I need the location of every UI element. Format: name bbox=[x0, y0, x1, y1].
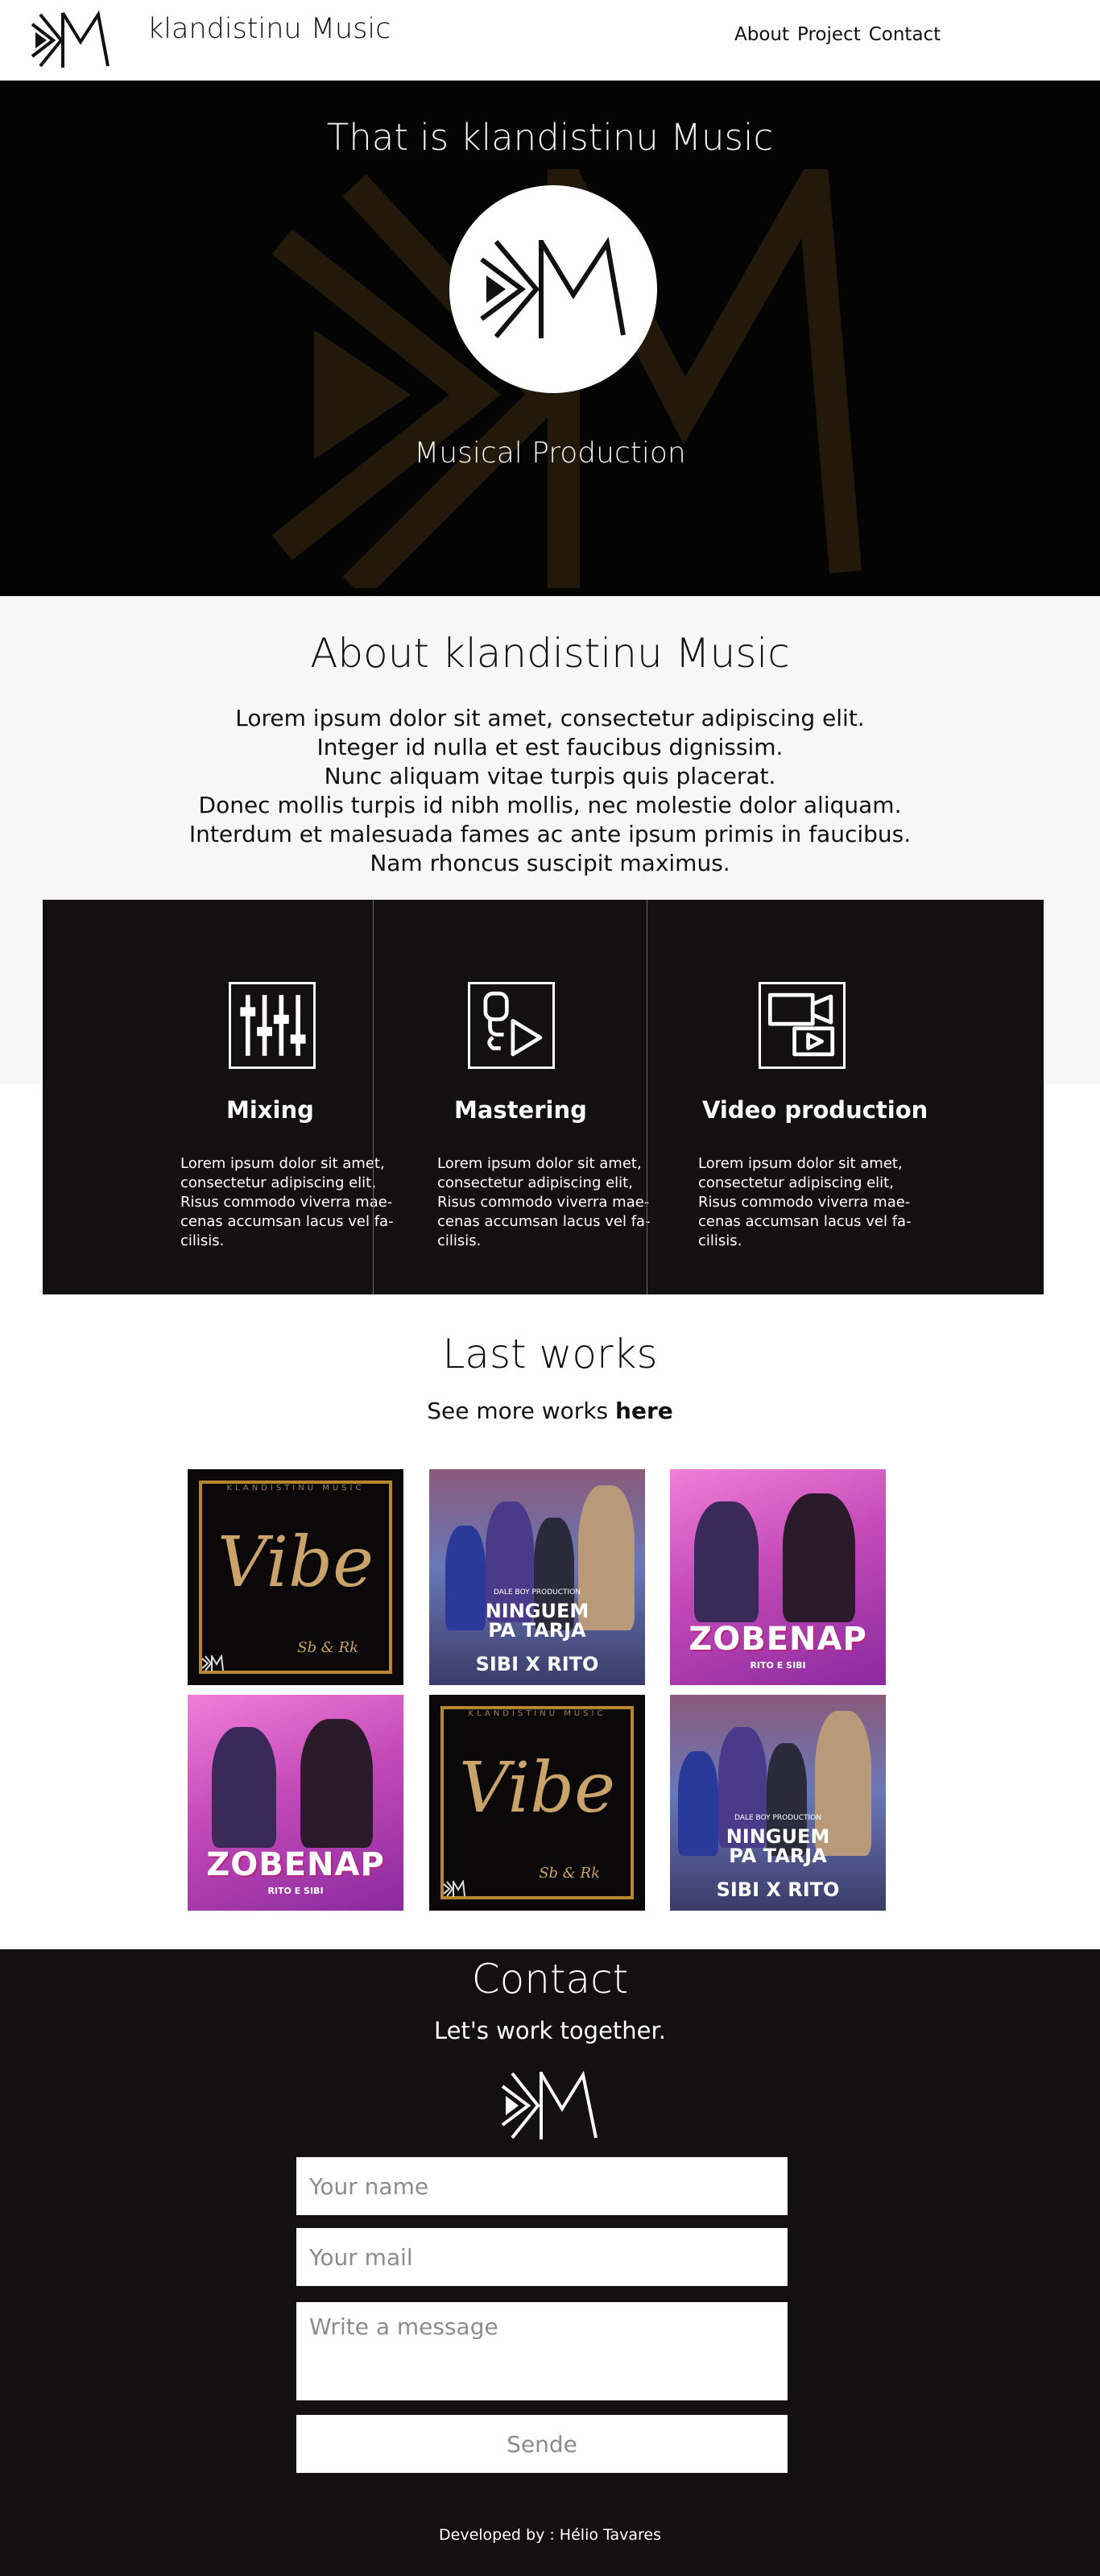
nav-project[interactable]: Project bbox=[797, 24, 861, 45]
cover-title: ZOBENAP bbox=[206, 1846, 385, 1883]
service-card-mixing: Mixing Lorem ipsum dolor sit amet, conse… bbox=[43, 900, 394, 1294]
about-line: Nam rhoncus suscipit maximus. bbox=[370, 850, 730, 876]
hero-title: That is klandistinu Music bbox=[326, 116, 774, 159]
work-cover-zobenap[interactable]: ZOBENAP RITO E SIBI bbox=[670, 1469, 886, 1685]
cover-title: Vibe bbox=[458, 1748, 616, 1828]
about-line: Integer id nulla et est faucibus digniss… bbox=[316, 734, 784, 760]
service-text: Lorem ipsum dolor sit amet, consectetur … bbox=[437, 1154, 651, 1251]
cover-artists: RITO E SIBI bbox=[267, 1886, 324, 1896]
km-logo-icon bbox=[480, 237, 626, 338]
service-text-line: Risus commodo viverra mae- bbox=[437, 1194, 650, 1211]
hero-logo-circle bbox=[449, 185, 657, 393]
hero-section: That is klandistinu Music Musical Produc… bbox=[0, 81, 1100, 596]
cover-title: Vibe bbox=[217, 1522, 374, 1603]
works-subtitle: See more works here bbox=[0, 1398, 1100, 1424]
cover-title-line: NINGUEM bbox=[726, 1825, 830, 1848]
cover-artists: SIBI X RITO bbox=[475, 1653, 599, 1675]
nav-contact[interactable]: Contact bbox=[869, 24, 941, 45]
cover-figure bbox=[694, 1501, 759, 1622]
works-title: Last works bbox=[442, 1331, 658, 1377]
about-line: Nunc aliquam vitae turpis quis placerat. bbox=[324, 763, 776, 789]
work-cover-ninguem[interactable]: DALE BOY PRODUCTION NINGUEM PA TARJA SIB… bbox=[429, 1469, 645, 1685]
service-text-line: consectetur adipiscing elit, bbox=[698, 1174, 894, 1191]
cover-label: KLANDISTINU MUSIC bbox=[468, 1709, 606, 1718]
cover-title-line: PA TARJA bbox=[729, 1845, 827, 1867]
service-text-line: Lorem ipsum dolor sit amet, bbox=[180, 1155, 385, 1172]
works-more-link[interactable]: here bbox=[615, 1398, 673, 1424]
about-line: Donec mollis turpis id nibh mollis, nec … bbox=[198, 792, 902, 818]
cover-figure bbox=[783, 1493, 855, 1622]
cover-artists: SIBI X RITO bbox=[716, 1878, 840, 1901]
hero-subtitle: Musical Production bbox=[414, 437, 686, 470]
cover-label: DALE BOY PRODUCTION bbox=[734, 1814, 821, 1822]
service-title: Mixing bbox=[226, 1096, 314, 1124]
site-header: klandistinu Music About Project Contact bbox=[0, 0, 1100, 81]
contact-section: Contact Let's work together. Sende Devel… bbox=[0, 1949, 1100, 2576]
cover-figure bbox=[212, 1727, 276, 1848]
cover-title-line: PA TARJA bbox=[488, 1619, 586, 1642]
cover-label: KLANDISTINU MUSIC bbox=[226, 1484, 365, 1493]
about-title: About klandistinu Music bbox=[310, 630, 790, 677]
video-camera-icon bbox=[759, 982, 846, 1069]
cover-title: NINGUEM PA TARJA bbox=[670, 1827, 886, 1866]
service-card-mastering: Mastering Lorem ipsum dolor sit amet, co… bbox=[373, 900, 651, 1294]
contact-title: Contact bbox=[471, 1956, 629, 2002]
email-input[interactable] bbox=[296, 2228, 788, 2286]
about-text: Lorem ipsum dolor sit amet, consectetur … bbox=[0, 704, 1100, 878]
service-text-line: Lorem ipsum dolor sit amet, bbox=[698, 1155, 903, 1172]
mixer-sliders-icon bbox=[229, 982, 316, 1069]
cover-title-line: NINGUEM bbox=[485, 1600, 589, 1622]
brand-name[interactable]: klandistinu Music bbox=[147, 13, 391, 45]
about-line: Lorem ipsum dolor sit amet, consectetur … bbox=[235, 705, 865, 731]
service-text-line: cilisis. bbox=[437, 1232, 482, 1249]
services-panel: Mixing Lorem ipsum dolor sit amet, conse… bbox=[43, 900, 1044, 1294]
service-text-line: cilisis. bbox=[180, 1232, 225, 1249]
km-logo-icon[interactable] bbox=[29, 10, 114, 71]
cover-signature: Sb & Rk bbox=[297, 1639, 358, 1656]
about-line: Interdum et malesuada fames ac ante ipsu… bbox=[188, 821, 912, 847]
cover-figure bbox=[300, 1719, 373, 1848]
service-text: Lorem ipsum dolor sit amet, consectetur … bbox=[180, 1154, 394, 1251]
send-button[interactable]: Sende bbox=[296, 2415, 788, 2473]
service-text-line: consectetur adipiscing elit, bbox=[180, 1174, 376, 1191]
works-sub-text: See more works bbox=[427, 1398, 609, 1424]
cover-signature: Sb & Rk bbox=[539, 1865, 600, 1882]
service-text: Lorem ipsum dolor sit amet, consectetur … bbox=[698, 1154, 912, 1251]
service-text-line: consectetur adipiscing elit, bbox=[437, 1174, 633, 1191]
work-cover-ninguem[interactable]: DALE BOY PRODUCTION NINGUEM PA TARJA SIB… bbox=[670, 1695, 886, 1911]
message-textarea[interactable] bbox=[296, 2302, 788, 2400]
service-card-video: Video production Lorem ipsum dolor sit a… bbox=[647, 900, 1044, 1294]
cover-title: ZOBENAP bbox=[689, 1621, 867, 1658]
cover-title: NINGUEM PA TARJA bbox=[429, 1601, 645, 1640]
km-logo-icon bbox=[501, 2070, 598, 2139]
service-text-line: cenas accumsan lacus vel fa- bbox=[437, 1213, 651, 1230]
service-text-line: Risus commodo viverra mae- bbox=[180, 1194, 393, 1211]
service-text-line: Risus commodo viverra mae- bbox=[698, 1194, 911, 1211]
work-cover-vibe[interactable]: KLANDISTINU MUSIC Vibe Sb & Rk bbox=[188, 1469, 403, 1685]
service-text-line: Lorem ipsum dolor sit amet, bbox=[437, 1155, 642, 1172]
service-title: Mastering bbox=[454, 1096, 587, 1124]
km-logo-icon bbox=[443, 1880, 465, 1897]
cover-artists: RITO E SIBI bbox=[750, 1660, 806, 1671]
service-title: Video production bbox=[702, 1096, 928, 1124]
service-text-line: cenas accumsan lacus vel fa- bbox=[698, 1213, 912, 1230]
service-text-line: cilisis. bbox=[698, 1232, 742, 1249]
nav-about[interactable]: About bbox=[734, 24, 789, 45]
main-nav: About Project Contact bbox=[734, 24, 941, 45]
name-input[interactable] bbox=[296, 2157, 788, 2215]
service-text-line: cenas accumsan lacus vel fa- bbox=[180, 1213, 394, 1230]
work-cover-zobenap[interactable]: ZOBENAP RITO E SIBI bbox=[188, 1695, 403, 1911]
km-logo-icon bbox=[201, 1655, 224, 1671]
cover-label: DALE BOY PRODUCTION bbox=[494, 1588, 581, 1597]
mastering-play-icon bbox=[468, 982, 555, 1069]
developer-credit: Developed by : Hélio Tavares bbox=[439, 2526, 661, 2544]
contact-subtitle: Let's work together. bbox=[434, 2017, 666, 2044]
work-cover-vibe[interactable]: KLANDISTINU MUSIC Vibe Sb & Rk bbox=[429, 1695, 645, 1911]
